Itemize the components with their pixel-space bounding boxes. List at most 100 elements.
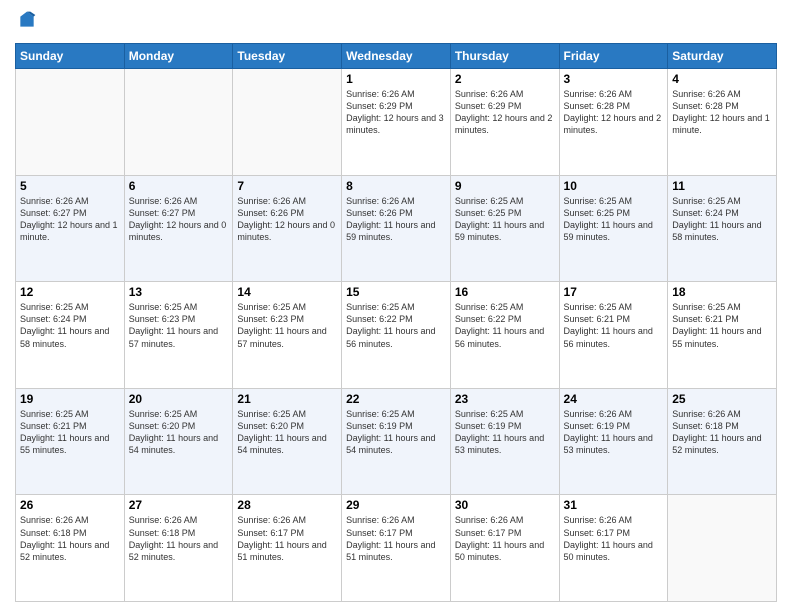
day-number: 13 (129, 285, 229, 299)
day-number: 24 (564, 392, 664, 406)
week-row-1: 1 Sunrise: 6:26 AM Sunset: 6:29 PM Daylig… (16, 69, 777, 176)
calendar-cell: 13 Sunrise: 6:25 AM Sunset: 6:23 PM Dayli… (124, 282, 233, 389)
weekday-header-row: SundayMondayTuesdayWednesdayThursdayFrid… (16, 44, 777, 69)
calendar-cell (124, 69, 233, 176)
weekday-header-wednesday: Wednesday (342, 44, 451, 69)
weekday-header-thursday: Thursday (450, 44, 559, 69)
calendar-cell: 6Sunrise: 6:26 AM Sunset: 6:27 PM Daylig… (124, 175, 233, 282)
day-number: 15 (346, 285, 446, 299)
calendar-cell: 9Sunrise: 6:25 AM Sunset: 6:25 PM Daylig… (450, 175, 559, 282)
day-number: 29 (346, 498, 446, 512)
day-number: 22 (346, 392, 446, 406)
calendar-cell: 30 Sunrise: 6:26 AM Sunset: 6:17 PM Dayli… (450, 495, 559, 602)
calendar-cell: 22 Sunrise: 6:25 AM Sunset: 6:19 PM Dayli… (342, 388, 451, 495)
day-info: Sunrise: 6:26 AM Sunset: 6:17 PM Dayligh… (564, 514, 664, 563)
calendar-cell: 31 Sunrise: 6:26 AM Sunset: 6:17 PM Dayli… (559, 495, 668, 602)
day-number: 31 (564, 498, 664, 512)
day-info: Sunrise: 6:25 AM Sunset: 6:21 PM Dayligh… (564, 301, 664, 350)
day-info: Sunrise: 6:25 AM Sunset: 6:24 PM Dayligh… (20, 301, 120, 350)
day-info: Sunrise: 6:25 AM Sunset: 6:20 PM Dayligh… (129, 408, 229, 457)
day-number: 25 (672, 392, 772, 406)
calendar-cell: 19Sunrise: 6:25 AM Sunset: 6:21 PM Dayli… (16, 388, 125, 495)
calendar-cell: 23 Sunrise: 6:25 AM Sunset: 6:19 PM Dayli… (450, 388, 559, 495)
day-number: 20 (129, 392, 229, 406)
calendar-cell (233, 69, 342, 176)
calendar-table: SundayMondayTuesdayWednesdayThursdayFrid… (15, 43, 777, 602)
calendar-cell: 12 Sunrise: 6:25 AM Sunset: 6:24 PM Dayli… (16, 282, 125, 389)
calendar-cell: 3 Sunrise: 6:26 AM Sunset: 6:28 PM Daylig… (559, 69, 668, 176)
day-number: 2 (455, 72, 555, 86)
day-number: 28 (237, 498, 337, 512)
calendar-cell: 14 Sunrise: 6:25 AM Sunset: 6:23 PM Dayli… (233, 282, 342, 389)
day-info: Sunrise: 6:26 AM Sunset: 6:17 PM Dayligh… (455, 514, 555, 563)
week-row-5: 26Sunrise: 6:26 AM Sunset: 6:18 PM Dayli… (16, 495, 777, 602)
calendar-cell: 21Sunrise: 6:25 AM Sunset: 6:20 PM Dayli… (233, 388, 342, 495)
day-info: Sunrise: 6:26 AM Sunset: 6:26 PM Dayligh… (237, 195, 337, 244)
calendar-cell: 10Sunrise: 6:25 AM Sunset: 6:25 PM Dayli… (559, 175, 668, 282)
calendar-cell: 2 Sunrise: 6:26 AM Sunset: 6:29 PM Daylig… (450, 69, 559, 176)
calendar-cell: 8Sunrise: 6:26 AM Sunset: 6:26 PM Daylig… (342, 175, 451, 282)
calendar-cell: 20 Sunrise: 6:25 AM Sunset: 6:20 PM Dayli… (124, 388, 233, 495)
day-number: 27 (129, 498, 229, 512)
day-number: 1 (346, 72, 446, 86)
day-info: Sunrise: 6:26 AM Sunset: 6:19 PM Dayligh… (564, 408, 664, 457)
day-number: 19 (20, 392, 120, 406)
day-info: Sunrise: 6:26 AM Sunset: 6:18 PM Dayligh… (672, 408, 772, 457)
calendar-cell: 11 Sunrise: 6:25 AM Sunset: 6:24 PM Dayli… (668, 175, 777, 282)
day-number: 23 (455, 392, 555, 406)
day-number: 10 (564, 179, 664, 193)
day-info: Sunrise: 6:26 AM Sunset: 6:18 PM Dayligh… (129, 514, 229, 563)
weekday-header-sunday: Sunday (16, 44, 125, 69)
calendar-cell: 26Sunrise: 6:26 AM Sunset: 6:18 PM Dayli… (16, 495, 125, 602)
week-row-4: 19Sunrise: 6:25 AM Sunset: 6:21 PM Dayli… (16, 388, 777, 495)
day-info: Sunrise: 6:26 AM Sunset: 6:18 PM Dayligh… (20, 514, 120, 563)
day-info: Sunrise: 6:25 AM Sunset: 6:22 PM Dayligh… (455, 301, 555, 350)
logo (15, 10, 39, 35)
day-number: 30 (455, 498, 555, 512)
day-number: 3 (564, 72, 664, 86)
calendar-cell: 5Sunrise: 6:26 AM Sunset: 6:27 PM Daylig… (16, 175, 125, 282)
day-info: Sunrise: 6:25 AM Sunset: 6:23 PM Dayligh… (237, 301, 337, 350)
day-info: Sunrise: 6:25 AM Sunset: 6:24 PM Dayligh… (672, 195, 772, 244)
day-info: Sunrise: 6:26 AM Sunset: 6:26 PM Dayligh… (346, 195, 446, 244)
day-number: 4 (672, 72, 772, 86)
day-number: 14 (237, 285, 337, 299)
day-number: 9 (455, 179, 555, 193)
calendar-cell: 28 Sunrise: 6:26 AM Sunset: 6:17 PM Dayli… (233, 495, 342, 602)
calendar-cell: 16Sunrise: 6:25 AM Sunset: 6:22 PM Dayli… (450, 282, 559, 389)
calendar-cell: 17 Sunrise: 6:25 AM Sunset: 6:21 PM Dayli… (559, 282, 668, 389)
day-number: 12 (20, 285, 120, 299)
calendar-cell: 4 Sunrise: 6:26 AM Sunset: 6:28 PM Daylig… (668, 69, 777, 176)
calendar-cell: 15 Sunrise: 6:25 AM Sunset: 6:22 PM Dayli… (342, 282, 451, 389)
day-info: Sunrise: 6:25 AM Sunset: 6:22 PM Dayligh… (346, 301, 446, 350)
calendar-cell (16, 69, 125, 176)
calendar-cell: 7Sunrise: 6:26 AM Sunset: 6:26 PM Daylig… (233, 175, 342, 282)
logo-icon (17, 10, 37, 30)
day-info: Sunrise: 6:26 AM Sunset: 6:29 PM Dayligh… (455, 88, 555, 137)
weekday-header-monday: Monday (124, 44, 233, 69)
calendar-cell: 1 Sunrise: 6:26 AM Sunset: 6:29 PM Daylig… (342, 69, 451, 176)
day-number: 11 (672, 179, 772, 193)
day-info: Sunrise: 6:25 AM Sunset: 6:23 PM Dayligh… (129, 301, 229, 350)
calendar-cell: 27 Sunrise: 6:26 AM Sunset: 6:18 PM Dayli… (124, 495, 233, 602)
weekday-header-friday: Friday (559, 44, 668, 69)
day-info: Sunrise: 6:26 AM Sunset: 6:29 PM Dayligh… (346, 88, 446, 137)
page: SundayMondayTuesdayWednesdayThursdayFrid… (0, 0, 792, 612)
day-info: Sunrise: 6:26 AM Sunset: 6:17 PM Dayligh… (346, 514, 446, 563)
day-number: 18 (672, 285, 772, 299)
day-info: Sunrise: 6:26 AM Sunset: 6:17 PM Dayligh… (237, 514, 337, 563)
week-row-3: 12 Sunrise: 6:25 AM Sunset: 6:24 PM Dayli… (16, 282, 777, 389)
calendar-cell: 29 Sunrise: 6:26 AM Sunset: 6:17 PM Dayli… (342, 495, 451, 602)
calendar-cell (668, 495, 777, 602)
day-info: Sunrise: 6:25 AM Sunset: 6:19 PM Dayligh… (455, 408, 555, 457)
day-info: Sunrise: 6:25 AM Sunset: 6:20 PM Dayligh… (237, 408, 337, 457)
day-info: Sunrise: 6:26 AM Sunset: 6:28 PM Dayligh… (672, 88, 772, 137)
day-info: Sunrise: 6:25 AM Sunset: 6:21 PM Dayligh… (672, 301, 772, 350)
day-info: Sunrise: 6:25 AM Sunset: 6:19 PM Dayligh… (346, 408, 446, 457)
day-info: Sunrise: 6:26 AM Sunset: 6:28 PM Dayligh… (564, 88, 664, 137)
weekday-header-saturday: Saturday (668, 44, 777, 69)
calendar-cell: 25 Sunrise: 6:26 AM Sunset: 6:18 PM Dayli… (668, 388, 777, 495)
day-info: Sunrise: 6:26 AM Sunset: 6:27 PM Dayligh… (129, 195, 229, 244)
day-number: 17 (564, 285, 664, 299)
day-number: 5 (20, 179, 120, 193)
